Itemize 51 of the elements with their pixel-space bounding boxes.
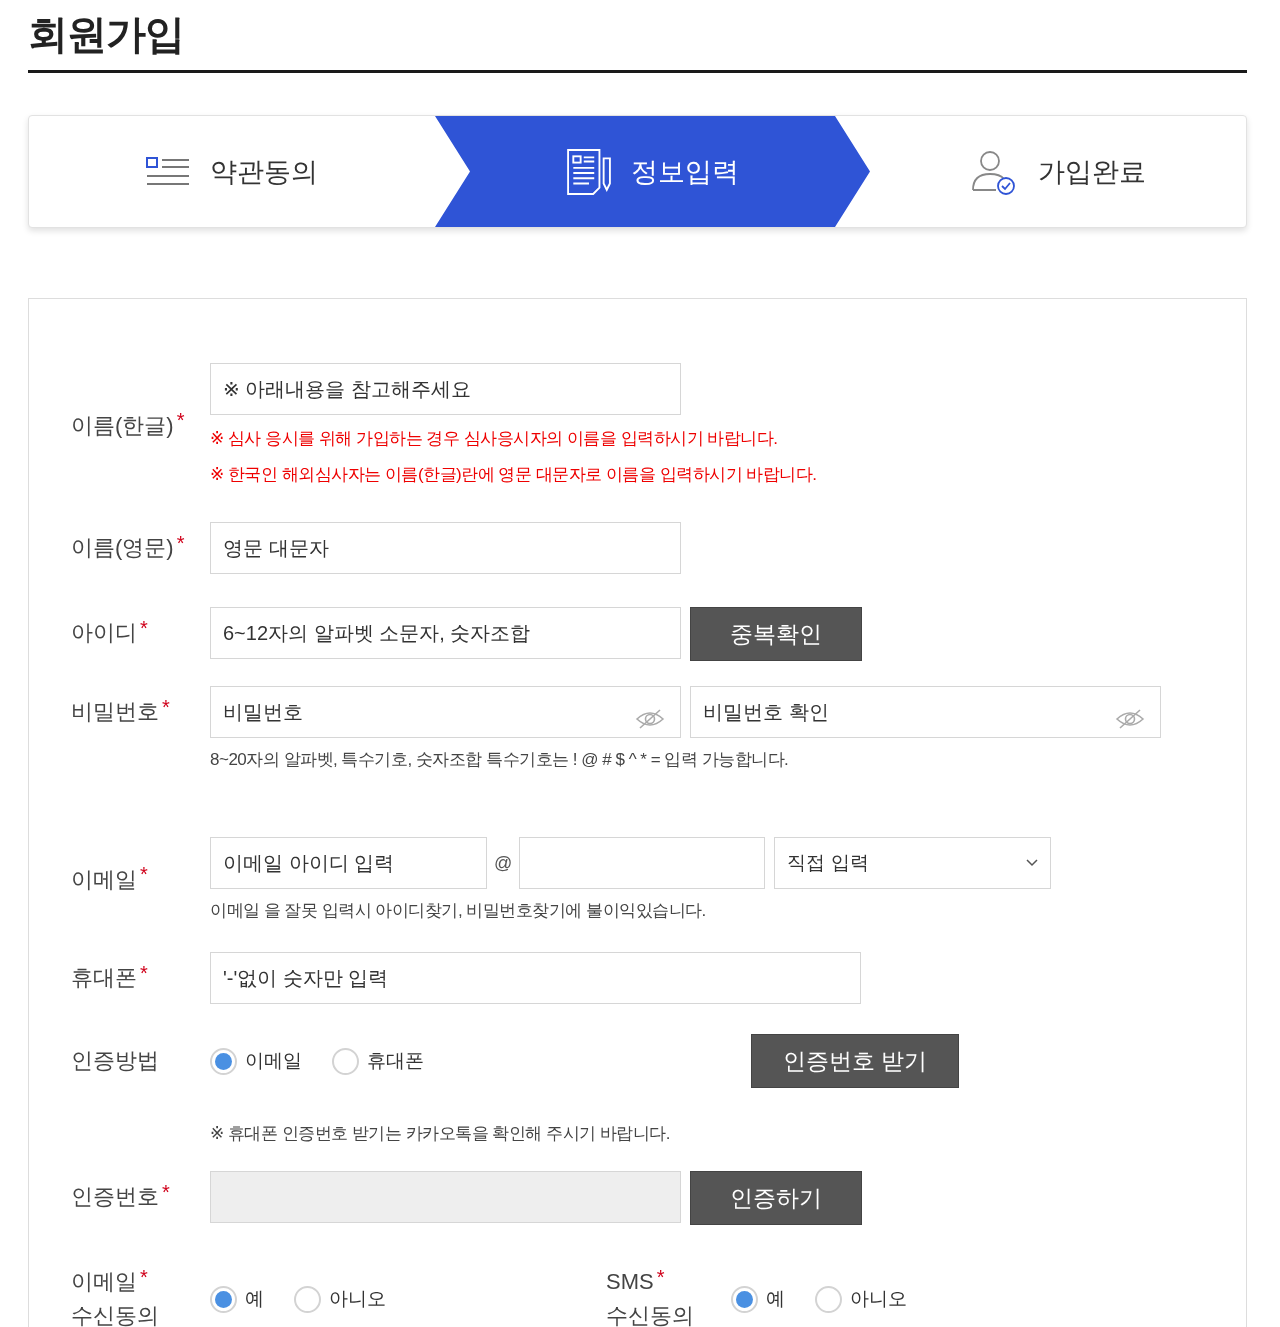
field-label: 이메일 (71, 865, 137, 894)
radio-option[interactable]: 이메일 (210, 1047, 302, 1075)
field-label: SMS (606, 1269, 654, 1294)
radio-option[interactable]: 휴대폰 (332, 1047, 424, 1075)
document-pencil-icon (566, 148, 611, 195)
field-label: 아이디 (71, 619, 137, 647)
at-sign: @ (494, 852, 513, 874)
warning-note: ※ 한국인 해외심사자는 이름(한글)란에 영문 대문자로 이름을 입력하시기 바랍니다. (210, 464, 817, 486)
field-label: 비밀번호 (71, 698, 159, 726)
required-mark: * (140, 616, 148, 640)
page-title: 회원가입 (28, 11, 185, 58)
eye-slash-icon[interactable] (1115, 708, 1145, 730)
password-field[interactable]: 비밀번호 확인 (690, 686, 1161, 738)
input-field[interactable] (519, 837, 766, 889)
field-label: 인증번호 (71, 1183, 159, 1211)
input-field[interactable]: 영문 대문자 (210, 522, 681, 574)
required-mark: * (140, 1266, 148, 1288)
required-mark: * (140, 863, 148, 886)
list-icon (146, 156, 190, 187)
step-label: 약관동의 (210, 155, 318, 189)
radio-option[interactable]: 아니오 (294, 1285, 386, 1313)
request-code-button[interactable]: 인증번호 받기 (751, 1034, 959, 1088)
input-field[interactable]: ※ 아래내용을 참고해주세요 (210, 363, 681, 415)
help-text: 이메일 을 잘못 입력시 아이디찾기, 비밀번호찾기에 불이익있습니다. (210, 900, 707, 922)
warning-note: ※ 심사 응시를 위해 가입하는 경우 심사응시자의 이름을 입력하시기 바랍니다. (210, 428, 779, 450)
input-field[interactable]: '-'없이 숫자만 입력 (210, 952, 861, 1004)
help-text: 8~20자의 알파벳, 특수기호, 숫자조합 특수기호는 ! @ # $ ^ * = 입력 가능합니다. (210, 749, 790, 771)
field-label: 인증방법 (71, 1047, 159, 1075)
field-label: 휴대폰 (71, 964, 137, 992)
required-mark: * (176, 531, 185, 555)
password-field[interactable]: 비밀번호 (210, 686, 681, 738)
required-mark: * (176, 409, 185, 432)
required-mark: * (140, 961, 148, 985)
duplicate-check-button[interactable]: 중복확인 (690, 607, 862, 661)
field-label: 수신동의 (606, 1302, 694, 1327)
input-field[interactable]: 6~12자의 알파벳 소문자, 숫자조합 (210, 607, 681, 659)
field-label: 수신동의 (71, 1302, 159, 1327)
field-label: 이메일 (71, 1269, 137, 1294)
step-label: 가입완료 (1038, 155, 1146, 189)
field-label: 이름(한글) (71, 411, 174, 440)
help-text: ※ 휴대폰 인증번호 받기는 카카오톡을 확인해 주시기 바랍니다. (210, 1123, 672, 1145)
radio-option[interactable]: 아니오 (815, 1285, 907, 1313)
domain-dropdown[interactable]: 직접 입력 (774, 837, 1052, 889)
step-label: 정보입력 (630, 155, 739, 189)
chevron-down-icon (1026, 859, 1039, 867)
eye-slash-icon[interactable] (635, 708, 665, 730)
input-field[interactable]: 이메일 아이디 입력 (210, 837, 487, 889)
required-mark: * (162, 1180, 170, 1204)
required-mark: * (656, 1266, 665, 1288)
field-label: 이름(영문) (71, 534, 174, 562)
required-mark: * (162, 695, 170, 719)
